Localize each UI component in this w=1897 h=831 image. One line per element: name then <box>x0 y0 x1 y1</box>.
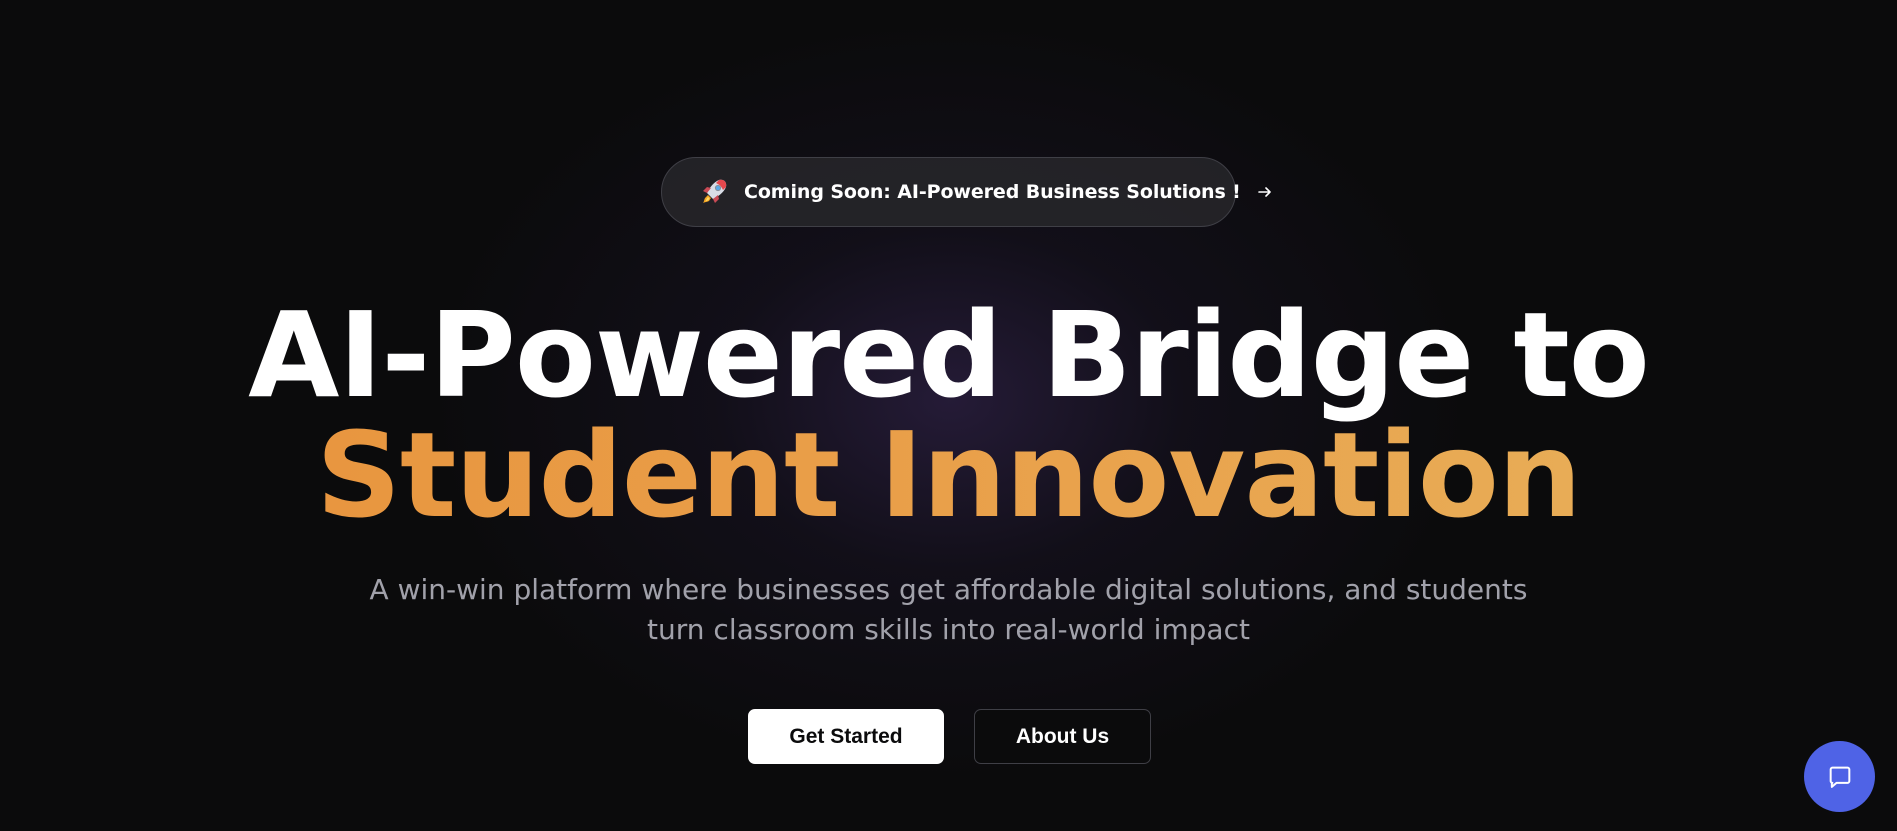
chat-button[interactable] <box>1804 741 1875 812</box>
about-us-button[interactable]: About Us <box>974 709 1151 764</box>
arrow-right-icon <box>1257 183 1273 201</box>
hero-section: Coming Soon: AI-Powered Business Solutio… <box>0 0 1897 831</box>
hero-subtitle: A win-win platform where businesses get … <box>0 570 1897 650</box>
chat-bubble-icon <box>1826 763 1854 791</box>
announcement-text: Coming Soon: AI-Powered Business Solutio… <box>744 181 1241 203</box>
announcement-pill[interactable]: Coming Soon: AI-Powered Business Solutio… <box>661 157 1271 227</box>
hero-subtitle-line2: turn classroom skills into real-world im… <box>647 613 1250 646</box>
hero-title-line2: Student Innovation <box>0 416 1897 534</box>
get-started-button[interactable]: Get Started <box>748 709 944 764</box>
hero-subtitle-line1: A win-win platform where businesses get … <box>369 573 1528 606</box>
rocket-icon <box>698 175 730 209</box>
hero-title-line1: AI-Powered Bridge to <box>248 286 1650 424</box>
